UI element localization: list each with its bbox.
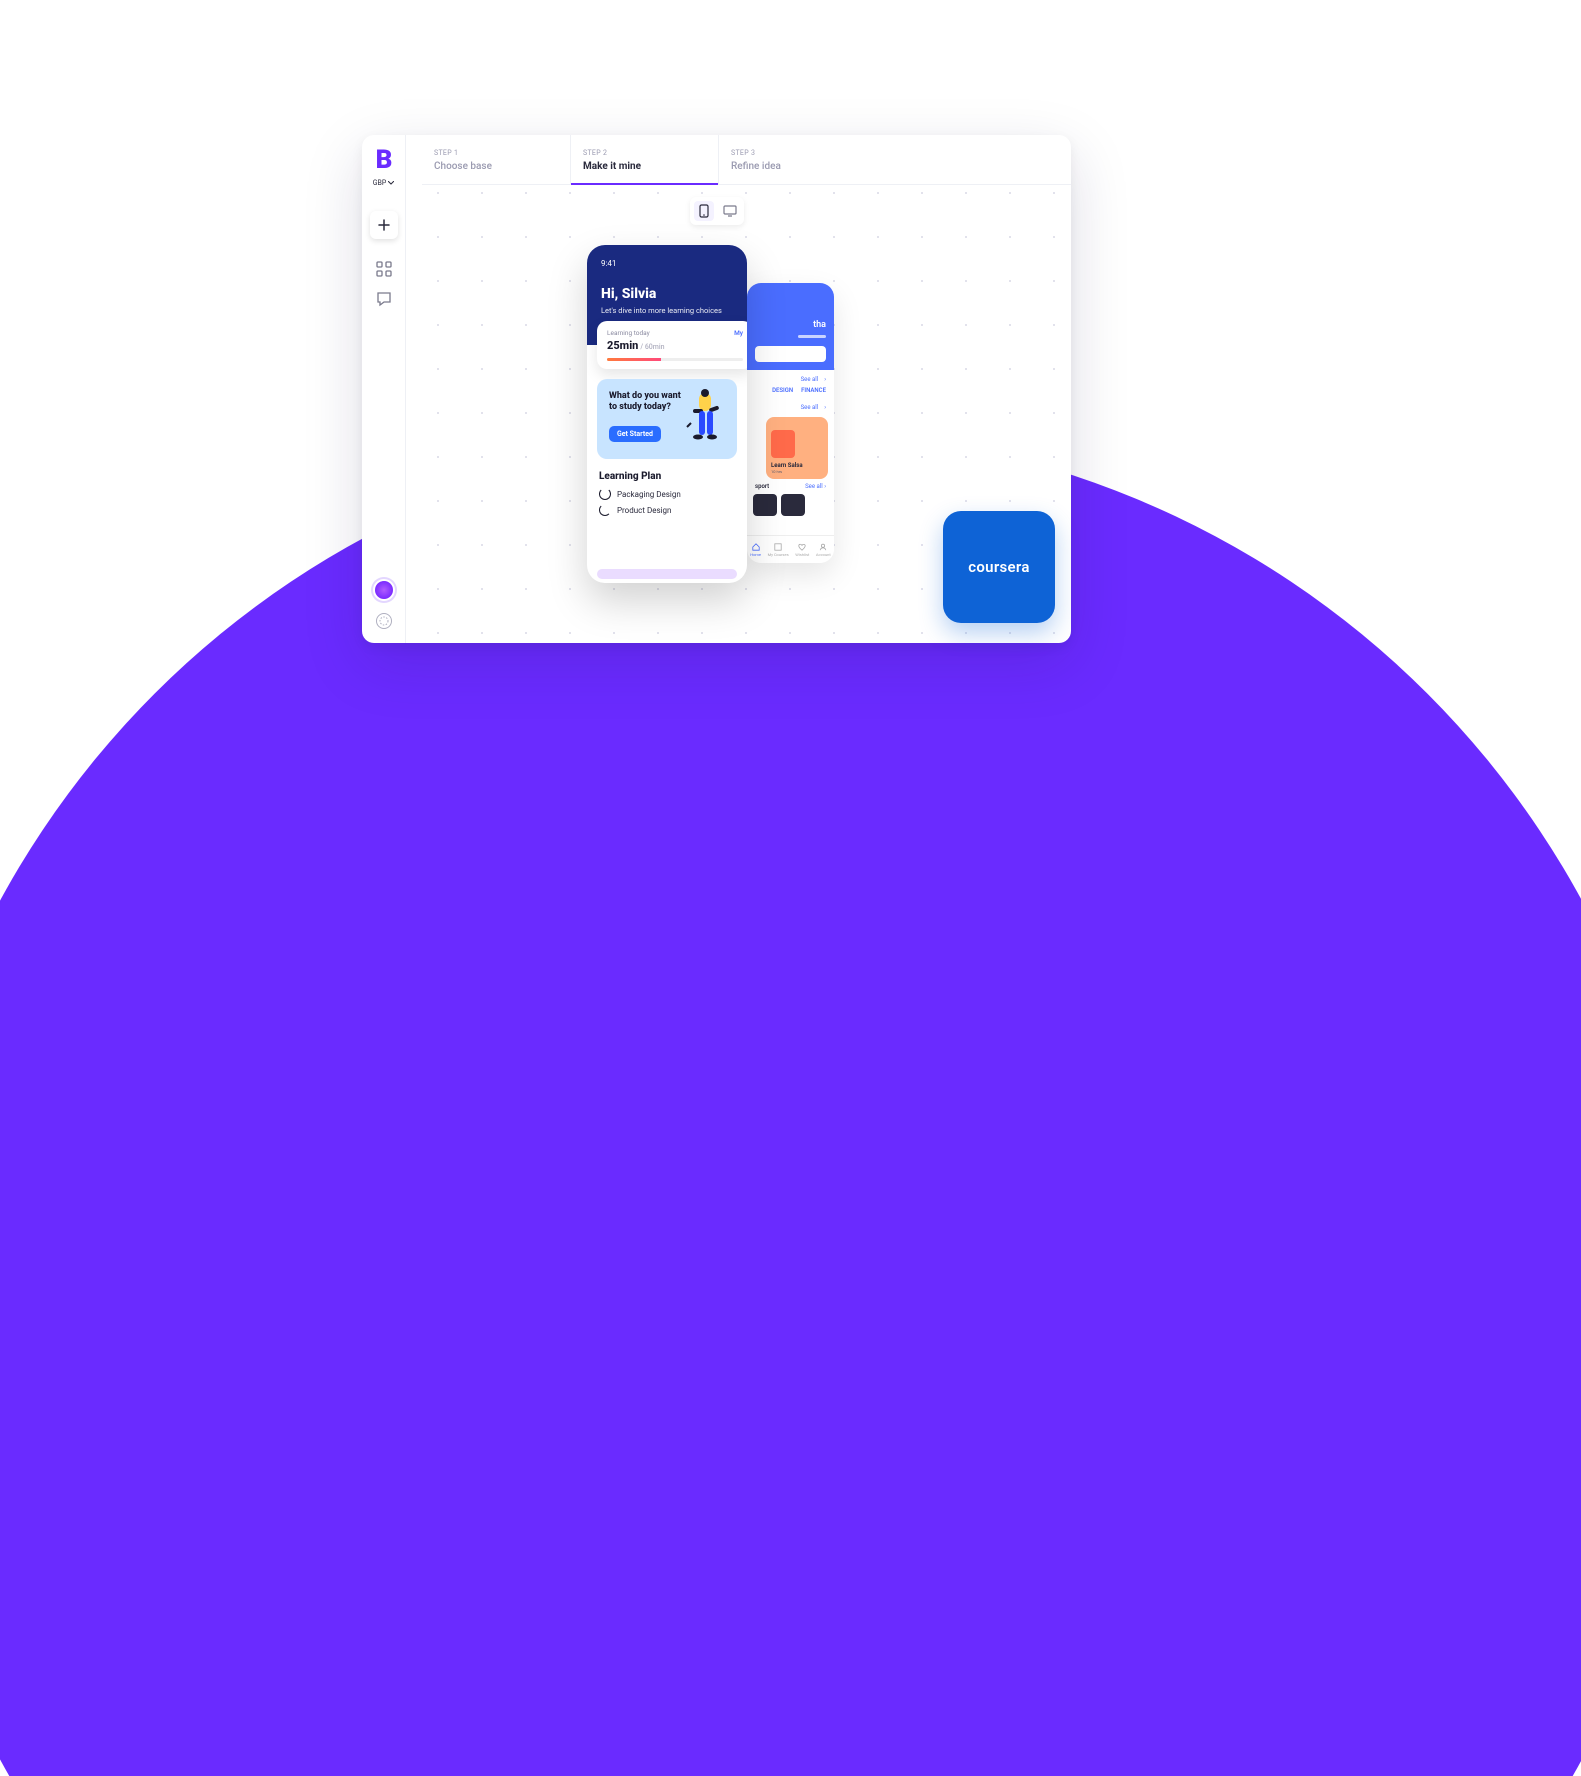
- phone2-greeting: tha: [755, 320, 826, 330]
- step-choose-base[interactable]: STEP 1 Choose base: [422, 135, 570, 184]
- plan-item-label: Product Design: [617, 506, 671, 515]
- see-all-link[interactable]: See all ›: [805, 483, 826, 490]
- mobile-view-button[interactable]: [694, 201, 714, 221]
- heart-icon: [798, 543, 806, 551]
- phone2-progress: [798, 335, 826, 338]
- plan-item-label: Packaging Design: [617, 490, 681, 499]
- category-design[interactable]: DESIGN: [772, 387, 793, 394]
- progress-ring-icon: [599, 504, 611, 516]
- phone2-search-input[interactable]: [755, 346, 826, 362]
- thumbnail[interactable]: [781, 494, 805, 516]
- step-label: Choose base: [434, 161, 546, 172]
- status-bar-time: 9:41: [601, 259, 733, 268]
- stat-label: Learning today: [607, 329, 650, 337]
- desktop-icon: [723, 205, 737, 217]
- stat-progress-bar: [607, 358, 743, 361]
- learning-plan-title: Learning Plan: [599, 471, 735, 482]
- chevron-right-icon: ›: [824, 404, 826, 411]
- chevron-right-icon: ›: [824, 376, 826, 383]
- preview-phone-primary: 9:41 Hi, Silvia Let's dive into more lea…: [587, 245, 747, 583]
- step-label: Make it mine: [583, 161, 694, 172]
- phone2-section-header-2: See all ›: [747, 398, 834, 413]
- course-illustration: [771, 430, 795, 458]
- course-title: Learn Salsa: [771, 462, 823, 469]
- chevron-down-icon: [388, 181, 394, 185]
- phone2-course-card[interactable]: Learn Salsa 10 hrs: [766, 417, 828, 479]
- step-index: STEP 3: [731, 149, 842, 157]
- category-finance[interactable]: FINANCE: [801, 387, 826, 394]
- see-all-link[interactable]: See all: [801, 404, 819, 411]
- greeting-title: Hi, Silvia: [601, 286, 733, 302]
- plan-item[interactable]: Packaging Design: [599, 488, 735, 500]
- learning-stat-card[interactable]: Learning today My 25min/ 60min: [597, 321, 747, 369]
- add-button[interactable]: [370, 211, 398, 239]
- device-toggle: [690, 197, 744, 225]
- plan-item[interactable]: Product Design: [599, 504, 735, 516]
- coursera-badge: coursera: [943, 511, 1055, 623]
- phone2-categories: DESIGN FINANCE: [747, 385, 834, 398]
- promo-title: What do you want to study today?: [609, 391, 690, 414]
- nav-home[interactable]: Home: [750, 543, 761, 557]
- currency-selector[interactable]: GBP: [373, 179, 395, 187]
- user-icon: [819, 543, 827, 551]
- promo-illustration: [685, 389, 729, 449]
- phone1-header: 9:41 Hi, Silvia Let's dive into more lea…: [587, 245, 747, 345]
- progress-ring-icon: [599, 488, 611, 500]
- brand-logo-icon: B: [376, 145, 392, 175]
- mobile-icon: [699, 204, 709, 218]
- phone2-section-header: See all ›: [747, 370, 834, 385]
- nav-my-courses[interactable]: My Courses: [768, 543, 789, 557]
- get-started-button[interactable]: Get Started: [609, 426, 661, 442]
- step-index: STEP 2: [583, 149, 694, 157]
- step-make-it-mine[interactable]: STEP 2 Make it mine: [570, 135, 718, 184]
- stat-my-link[interactable]: My: [734, 329, 743, 337]
- step-label: Refine idea: [731, 161, 842, 172]
- book-icon: [774, 543, 782, 551]
- stat-value: 25min/ 60min: [607, 339, 743, 352]
- grid-icon[interactable]: [376, 261, 392, 277]
- phone1-bottom-bar: [597, 569, 737, 579]
- phone2-header: tha: [747, 283, 834, 370]
- sidebar: B GBP: [362, 135, 406, 643]
- currency-label: GBP: [373, 179, 387, 187]
- step-tabs: STEP 1 Choose base STEP 2 Make it mine S…: [422, 135, 1071, 185]
- home-icon: [752, 543, 760, 551]
- phone2-bottom-nav: Home My Courses Wishlist Account: [747, 535, 834, 563]
- phone2-section-header-3: sport See all ›: [747, 479, 834, 492]
- step-index: STEP 1: [434, 149, 546, 157]
- nav-wishlist[interactable]: Wishlist: [795, 543, 809, 557]
- thumbnail[interactable]: [753, 494, 777, 516]
- section-label: sport: [755, 483, 769, 490]
- desktop-view-button[interactable]: [720, 201, 740, 221]
- plus-icon: [378, 219, 390, 231]
- help-icon[interactable]: [376, 613, 392, 629]
- preview-phone-secondary: tha See all › DESIGN FINANCE See all › L…: [747, 283, 834, 563]
- chat-icon[interactable]: [376, 291, 392, 307]
- step-refine-idea[interactable]: STEP 3 Refine idea: [718, 135, 866, 184]
- coursera-label: coursera: [968, 558, 1029, 576]
- see-all-link[interactable]: See all: [801, 376, 819, 383]
- course-duration: 10 hrs: [771, 469, 823, 474]
- phone2-thumbnails: [747, 492, 834, 518]
- nav-account[interactable]: Account: [816, 543, 831, 557]
- greeting-subtitle: Let's dive into more learning choices: [601, 306, 733, 315]
- promo-card[interactable]: What do you want to study today? Get Sta…: [597, 379, 737, 459]
- theme-color-button[interactable]: [375, 581, 393, 599]
